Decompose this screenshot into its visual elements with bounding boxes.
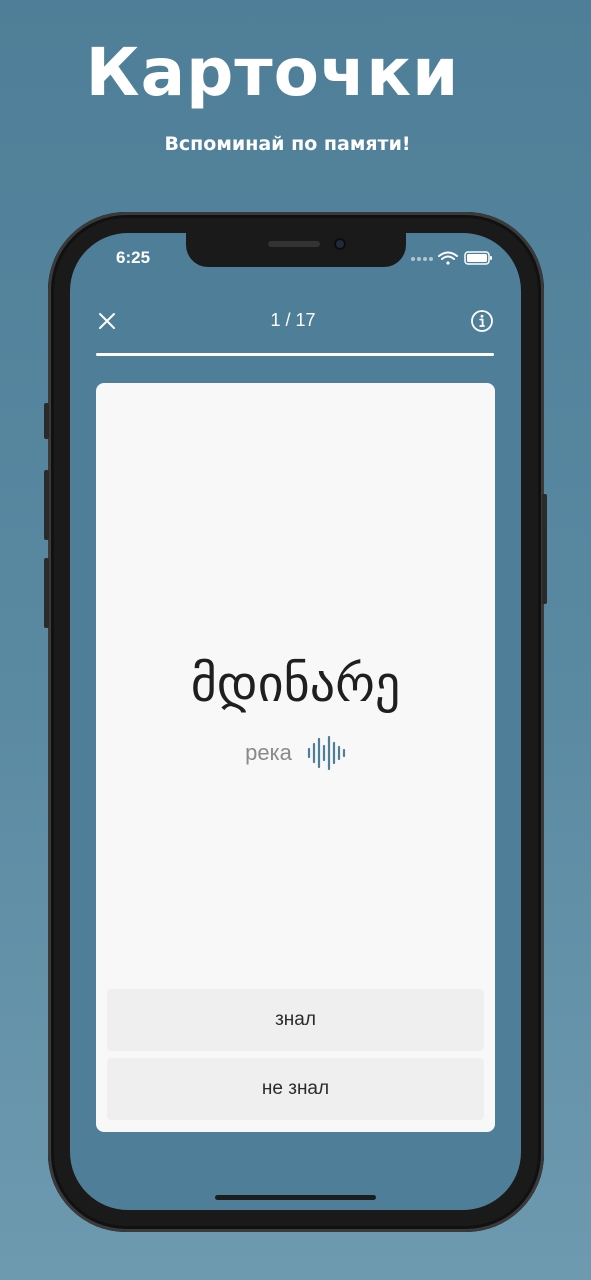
phone-volume-up-button: [44, 470, 49, 540]
card-translation: река: [245, 740, 292, 765]
front-camera: [334, 238, 346, 250]
flashcard[interactable]: მდინარე река знал не знал: [96, 383, 495, 1132]
translation-row: река: [96, 733, 495, 773]
promo-subtitle: Вспоминай по памяти!: [164, 133, 411, 155]
status-icons: [411, 251, 492, 265]
sound-wave-icon[interactable]: [306, 735, 346, 771]
knew-button[interactable]: знал: [107, 989, 484, 1051]
progress-fill: [96, 353, 494, 356]
phone-notch: [186, 233, 406, 267]
status-time: 6:25: [116, 248, 151, 267]
card-counter: 1 / 17: [270, 310, 316, 330]
battery-icon: [464, 251, 492, 265]
phone-mute-switch: [44, 403, 49, 439]
phone-speaker: [268, 241, 320, 247]
phone-power-button: [542, 494, 547, 604]
close-icon[interactable]: [95, 309, 119, 333]
wifi-icon: [438, 251, 458, 265]
promo-title: Карточки: [85, 34, 460, 111]
signal-dots-icon: [411, 257, 433, 261]
didnt-know-button[interactable]: не знал: [107, 1058, 484, 1120]
phone-volume-down-button: [44, 558, 49, 628]
progress-bar: [96, 353, 494, 356]
home-indicator: [215, 1195, 376, 1200]
card-word: მდინარე: [190, 655, 401, 713]
info-icon[interactable]: [470, 309, 494, 333]
